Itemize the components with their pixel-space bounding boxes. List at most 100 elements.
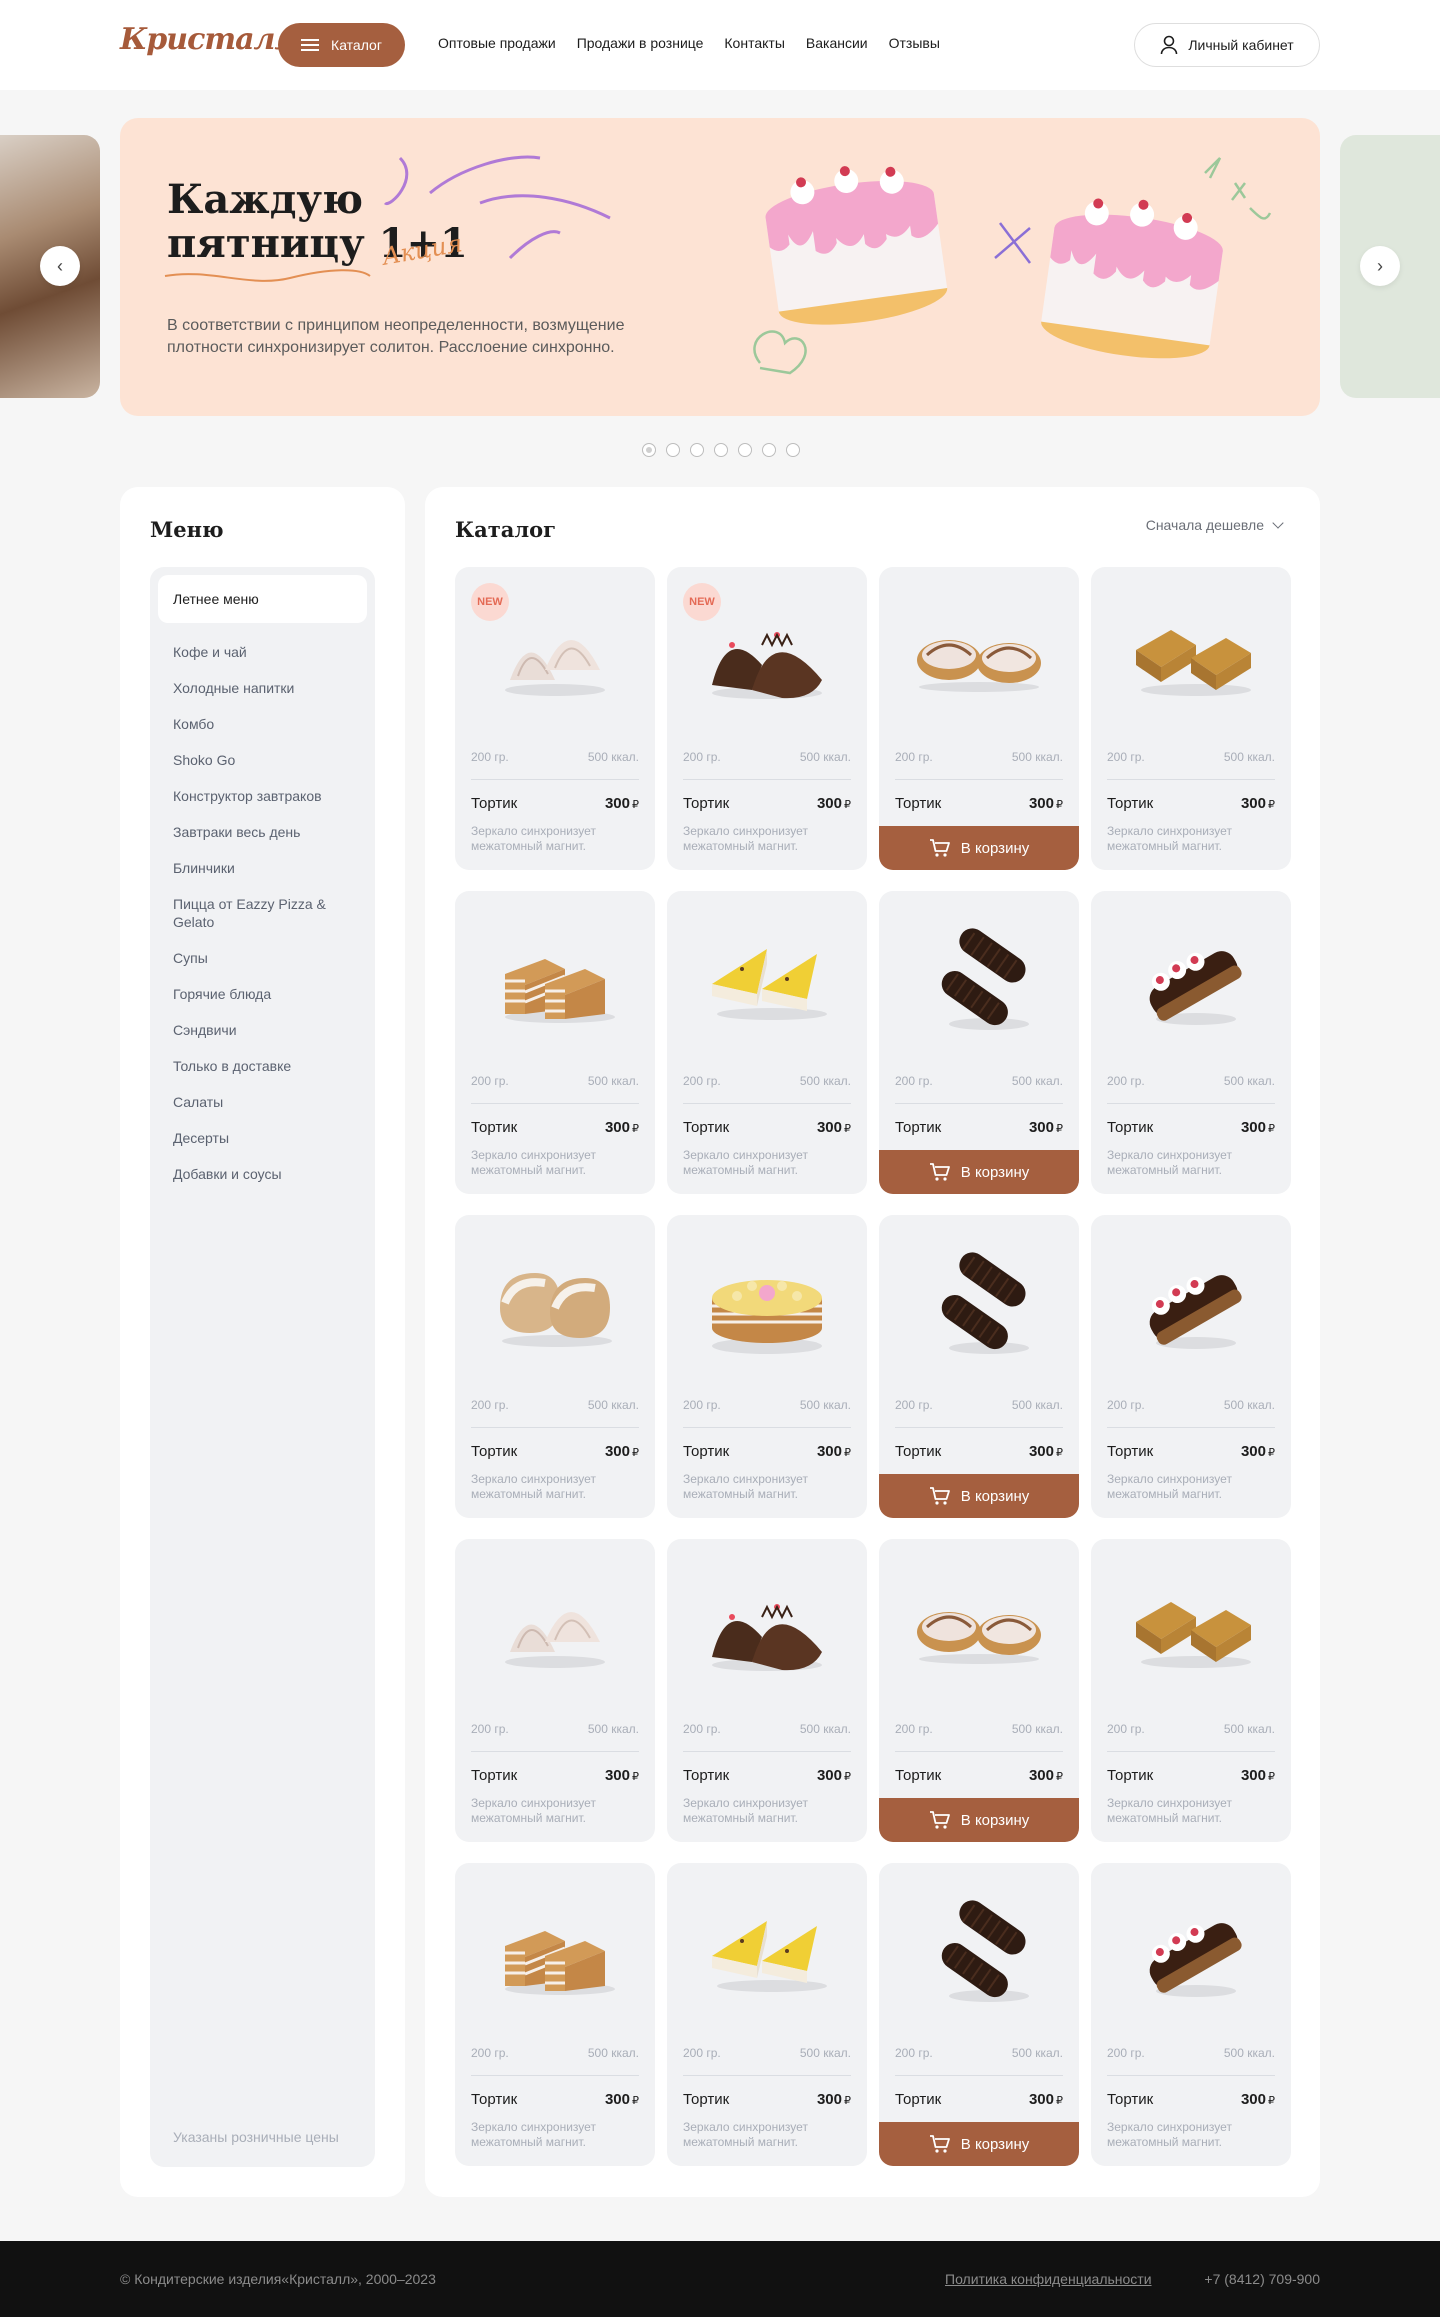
product-image[interactable] [1091,1235,1291,1375]
product-image[interactable] [667,1559,867,1699]
chocolate-roll-icon [919,924,1039,1039]
menu-item[interactable]: Салаты [173,1093,353,1111]
catalog-button[interactable]: Каталог [278,23,405,67]
slider-dot[interactable] [690,443,704,457]
privacy-policy-link[interactable]: Политика конфиденциальности [945,2271,1152,2287]
nav-contacts[interactable]: Контакты [724,35,784,51]
product-price: 300 ₽ [1241,795,1275,812]
menu-item[interactable]: Десерты [173,1129,353,1147]
product-card[interactable]: 200 гр. 500 ккал. Тортик 300 ₽ В корзину [879,891,1079,1194]
product-card[interactable]: 200 гр. 500 ккал. Тортик 300 ₽ Зеркало си… [1091,1863,1291,2166]
slider-dot[interactable] [642,443,656,457]
nav-retail[interactable]: Продажи в рознице [577,35,704,51]
slider-dot[interactable] [762,443,776,457]
add-to-cart-label: В корзину [960,1163,1030,1181]
account-button[interactable]: Личный кабинет [1134,23,1320,67]
product-kcal: 500 ккал. [1223,750,1275,764]
menu-item[interactable]: Холодные напитки [173,679,353,697]
menu-item[interactable]: Конструктор завтраков [173,787,353,805]
product-price-value: 300 [604,795,630,812]
product-card[interactable]: 200 гр. 500 ккал. Тортик 300 ₽ Зеркало си… [667,1863,867,2166]
menu-item[interactable]: Добавки и соусы [173,1165,353,1183]
nav-reviews[interactable]: Отзывы [889,35,940,51]
menu-item[interactable]: Завтраки весь день [173,823,353,841]
nav-wholesale[interactable]: Оптовые продажи [438,35,556,51]
menu-item[interactable]: Блинчики [173,859,353,877]
product-description: Зеркало синхронизует межатомный магнит. [1107,824,1232,853]
menu-item[interactable]: Комбо [173,715,353,733]
menu-item[interactable]: Сэндвичи [173,1021,353,1039]
nav-vacancies[interactable]: Вакансии [806,35,868,51]
slider-dot[interactable] [714,443,728,457]
product-image[interactable] [455,587,655,727]
product-image[interactable] [879,911,1079,1051]
sort-dropdown[interactable]: Сначала дешевле [1146,517,1284,533]
add-to-cart-button[interactable]: В корзину [879,826,1079,870]
product-card[interactable]: 200 гр. 500 ккал. Тортик 300 ₽ Зеркало си… [667,1539,867,1842]
product-card[interactable]: 200 гр. 500 ккал. Тортик 300 ₽ Зеркало си… [1091,1539,1291,1842]
product-image[interactable] [667,1883,867,2023]
slider-dot[interactable] [666,443,680,457]
menu-item[interactable]: Пицца от Eazzy Pizza & Gelato [173,895,353,931]
product-card[interactable]: 200 гр. 500 ккал. Тортик 300 ₽ Зеркало си… [1091,891,1291,1194]
product-kcal: 500 ккал. [799,750,851,764]
product-name: Тортик [1107,1443,1154,1460]
product-image[interactable] [455,1559,655,1699]
logo[interactable]: Кристалл [120,22,296,57]
product-image[interactable] [455,1883,655,2023]
phone-link[interactable]: +7 (8412) 709-900 [1204,2271,1320,2287]
menu-item[interactable]: Кофе и чай [173,643,353,661]
product-name: Тортик [895,1443,942,1460]
menu-list: Кофе и чай Холодные напитки Комбо Shoko … [173,643,353,1201]
product-card[interactable]: 200 гр. 500 ккал. Тортик 300 ₽ Зеркало си… [667,1215,867,1518]
eclair-icon [1131,929,1251,1034]
product-image[interactable] [667,1235,867,1375]
product-card[interactable]: 200 гр. 500 ккал. Тортик 300 ₽ Зеркало си… [455,1215,655,1518]
slider-dot[interactable] [738,443,752,457]
menu-item[interactable]: Только в доставке [173,1057,353,1075]
product-image[interactable] [667,587,867,727]
product-image[interactable] [1091,1883,1291,2023]
product-kcal: 500 ккал. [1223,2046,1275,2060]
product-card[interactable]: 200 гр. 500 ккал. Тортик 300 ₽ Зеркало си… [455,891,655,1194]
product-card[interactable]: 200 гр. 500 ккал. Тортик 300 ₽ В корзину [879,1215,1079,1518]
menu-item[interactable]: Супы [173,949,353,967]
menu-item[interactable]: Горячие блюда [173,985,353,1003]
product-image[interactable] [879,1559,1079,1699]
product-price-value: 300 [816,1443,842,1460]
divider [683,779,851,780]
product-image[interactable] [455,1235,655,1375]
product-card[interactable]: 200 гр. 500 ккал. Тортик 300 ₽ Зеркало си… [455,1539,655,1842]
product-card[interactable]: 200 гр. 500 ккал. Тортик 300 ₽ В корзину [879,567,1079,870]
slider-prev-button[interactable]: ‹ [40,246,80,286]
menu-item-active[interactable]: Летнее меню [158,575,367,623]
product-card[interactable]: 200 гр. 500 ккал. Тортик 300 ₽ Зеркало си… [1091,1215,1291,1518]
product-image[interactable] [879,1883,1079,2023]
product-card[interactable]: 200 гр. 500 ккал. Тортик 300 ₽ Зеркало си… [455,1863,655,2166]
add-to-cart-button[interactable]: В корзину [879,1798,1079,1842]
product-image[interactable] [879,1235,1079,1375]
product-card[interactable]: 200 гр. 500 ккал. Тортик 300 ₽ Зеркало си… [1091,567,1291,870]
product-description: Зеркало синхронизует межатомный магнит. [683,2120,808,2149]
product-card[interactable]: NEW 200 гр. 500 ккал. Тортик 300 ₽ Зеркал… [667,567,867,870]
product-image[interactable] [455,911,655,1051]
product-image[interactable] [1091,1559,1291,1699]
pastry-icon [485,1253,625,1358]
product-price-value: 300 [1240,2091,1266,2108]
menu-item[interactable]: Shoko Go [173,751,353,769]
slider-dot[interactable] [786,443,800,457]
add-to-cart-button[interactable]: В корзину [879,1474,1079,1518]
currency-sign: ₽ [1268,1447,1275,1459]
product-name: Тортик [683,2091,730,2108]
product-card[interactable]: NEW 200 гр. 500 ккал. Тортик 300 ₽ Зеркал… [455,567,655,870]
product-card[interactable]: 200 гр. 500 ккал. Тортик 300 ₽ В корзину [879,1863,1079,2166]
add-to-cart-button[interactable]: В корзину [879,1150,1079,1194]
product-card[interactable]: 200 гр. 500 ккал. Тортик 300 ₽ Зеркало си… [667,891,867,1194]
add-to-cart-button[interactable]: В корзину [879,2122,1079,2166]
product-image[interactable] [1091,587,1291,727]
product-image[interactable] [1091,911,1291,1051]
product-image[interactable] [879,587,1079,727]
slider-next-button[interactable]: › [1360,246,1400,286]
product-card[interactable]: 200 гр. 500 ккал. Тортик 300 ₽ В корзину [879,1539,1079,1842]
product-image[interactable] [667,911,867,1051]
